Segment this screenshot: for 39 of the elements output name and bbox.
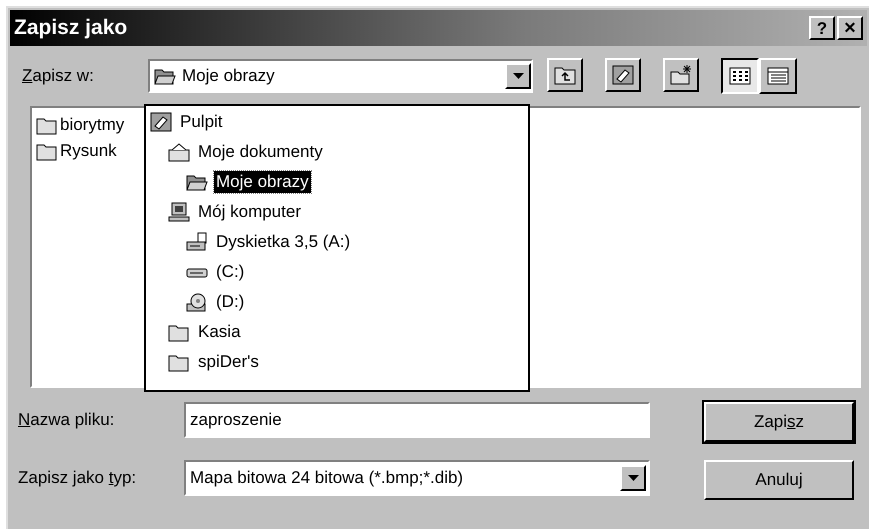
new-folder-icon bbox=[669, 64, 693, 86]
location-option[interactable]: (C:) bbox=[214, 261, 246, 283]
help-button[interactable]: ? bbox=[809, 16, 835, 40]
dropdown-button[interactable] bbox=[620, 465, 646, 491]
file-item[interactable]: Rysunk bbox=[60, 138, 117, 164]
location-option[interactable]: (D:) bbox=[214, 291, 246, 313]
save-in-label: Zapisz w: bbox=[22, 65, 95, 88]
toolbar-button[interactable] bbox=[547, 58, 583, 92]
computer-icon bbox=[168, 202, 190, 222]
dialog-button[interactable]: Anuluj bbox=[704, 460, 854, 500]
location-option[interactable]: Mój komputer bbox=[196, 201, 303, 223]
dropdown-button[interactable] bbox=[505, 63, 531, 89]
location-option[interactable]: Moje obrazy bbox=[214, 171, 311, 193]
documents-folder-icon bbox=[168, 142, 190, 162]
location-option[interactable]: spiDer's bbox=[196, 351, 261, 373]
file-type-label: Zapisz jako typ: bbox=[18, 467, 138, 490]
location-combo[interactable]: Moje obrazy bbox=[148, 59, 533, 93]
location-value: Moje obrazy bbox=[182, 65, 276, 88]
file-name-label: Nazwa pliku: bbox=[18, 409, 116, 432]
location-option[interactable]: Moje dokumenty bbox=[196, 141, 325, 163]
window-title: Zapisz jako bbox=[14, 15, 128, 42]
view-button[interactable] bbox=[721, 58, 759, 94]
details-view-icon bbox=[766, 65, 790, 87]
toolbar-button[interactable] bbox=[663, 58, 699, 92]
file-type-value: Mapa bitowa 24 bitowa (*.bmp;*.dib) bbox=[190, 467, 464, 490]
location-option[interactable]: Dyskietka 3,5 (A:) bbox=[214, 231, 352, 253]
close-button[interactable]: × bbox=[837, 16, 863, 40]
location-option[interactable]: Pulpit bbox=[178, 111, 225, 133]
file-item[interactable]: biorytmy bbox=[60, 112, 124, 138]
floppy-drive-icon bbox=[186, 232, 208, 252]
list-view-icon bbox=[728, 65, 752, 87]
dialog-button[interactable]: Zapisz bbox=[704, 402, 854, 442]
caret-icon bbox=[512, 73, 524, 79]
toolbar-button[interactable] bbox=[605, 58, 641, 92]
file-name-field[interactable]: zaproszenie bbox=[184, 402, 650, 438]
cd-drive-icon bbox=[186, 292, 208, 312]
caret-icon bbox=[628, 475, 638, 481]
file-type-combo[interactable]: Mapa bitowa 24 bitowa (*.bmp;*.dib) bbox=[184, 460, 650, 496]
location-option[interactable]: Kasia bbox=[196, 321, 243, 343]
